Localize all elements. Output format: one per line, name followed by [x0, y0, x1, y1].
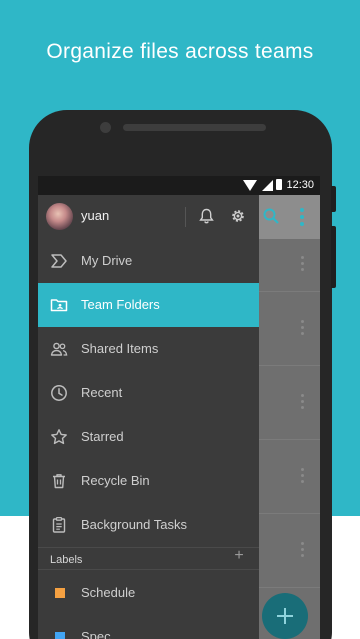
row-menu-icon[interactable] — [301, 394, 304, 410]
row-menu-icon[interactable] — [301, 256, 304, 272]
nav-label: Team Folders — [81, 297, 160, 312]
status-bar: 12:30 — [38, 176, 320, 195]
bell-icon[interactable] — [199, 208, 214, 224]
nav-label: Starred — [81, 429, 124, 444]
list-divider — [259, 587, 320, 588]
clock-icon — [50, 384, 68, 402]
nav-label: Recent — [81, 385, 123, 400]
nav-label: My Drive — [81, 253, 133, 268]
header-divider — [185, 207, 186, 227]
battery-icon — [276, 179, 282, 190]
nav-item-team-folders[interactable]: Team Folders — [38, 283, 259, 327]
search-icon[interactable] — [263, 208, 279, 224]
labels-section-title: Labels — [50, 554, 83, 566]
nav-item-shared-items[interactable]: Shared Items — [38, 327, 259, 371]
nav-item-my-drive[interactable]: My Drive — [38, 239, 259, 283]
front-camera — [100, 122, 111, 133]
drive-icon — [50, 252, 68, 270]
list-divider — [259, 365, 320, 366]
label-text: Spec — [81, 629, 111, 639]
more-options-icon[interactable] — [300, 207, 304, 227]
gear-icon[interactable] — [230, 208, 246, 224]
drawer-header: yuan — [38, 195, 259, 239]
section-divider — [38, 569, 259, 570]
nav-item-background-tasks[interactable]: Background Tasks — [38, 503, 259, 547]
status-time: 12:30 — [286, 179, 314, 191]
row-menu-icon[interactable] — [301, 542, 304, 558]
nav-label: Background Tasks — [81, 517, 187, 532]
navigation-drawer: yuan My Drive Team Folders Shared Items … — [38, 195, 259, 639]
phone-speaker — [123, 124, 266, 131]
team-folder-icon — [50, 296, 68, 314]
nav-item-recycle-bin[interactable]: Recycle Bin — [38, 459, 259, 503]
username: yuan — [81, 208, 110, 223]
star-icon — [50, 428, 68, 446]
label-color-swatch — [55, 632, 65, 639]
promo-headline: Organize files across teams — [46, 40, 314, 63]
label-item-spec[interactable]: Spec — [38, 617, 259, 639]
label-color-swatch — [55, 588, 65, 598]
row-menu-icon[interactable] — [301, 320, 304, 336]
nav-label: Shared Items — [81, 341, 159, 356]
signal-icon — [262, 180, 273, 191]
label-item-schedule[interactable]: Schedule — [38, 573, 259, 613]
nav-label: Recycle Bin — [81, 473, 150, 488]
add-fab-button[interactable] — [262, 593, 308, 639]
list-divider — [259, 439, 320, 440]
nav-item-starred[interactable]: Starred — [38, 415, 259, 459]
wifi-icon — [243, 180, 257, 191]
nav-item-recent[interactable]: Recent — [38, 371, 259, 415]
avatar[interactable] — [46, 203, 73, 230]
phone-side-button — [331, 186, 336, 212]
list-divider — [259, 513, 320, 514]
trash-icon — [50, 472, 68, 490]
phone-volume-button — [331, 226, 336, 288]
app-screen: 12:30 yuan My Drive Team Folders Shared … — [38, 176, 320, 639]
add-label-button[interactable]: + — [232, 548, 246, 564]
list-divider — [259, 291, 320, 292]
section-divider — [38, 547, 259, 548]
row-menu-icon[interactable] — [301, 468, 304, 484]
clipboard-icon — [50, 516, 68, 534]
label-text: Schedule — [81, 585, 136, 600]
people-icon — [50, 340, 68, 358]
